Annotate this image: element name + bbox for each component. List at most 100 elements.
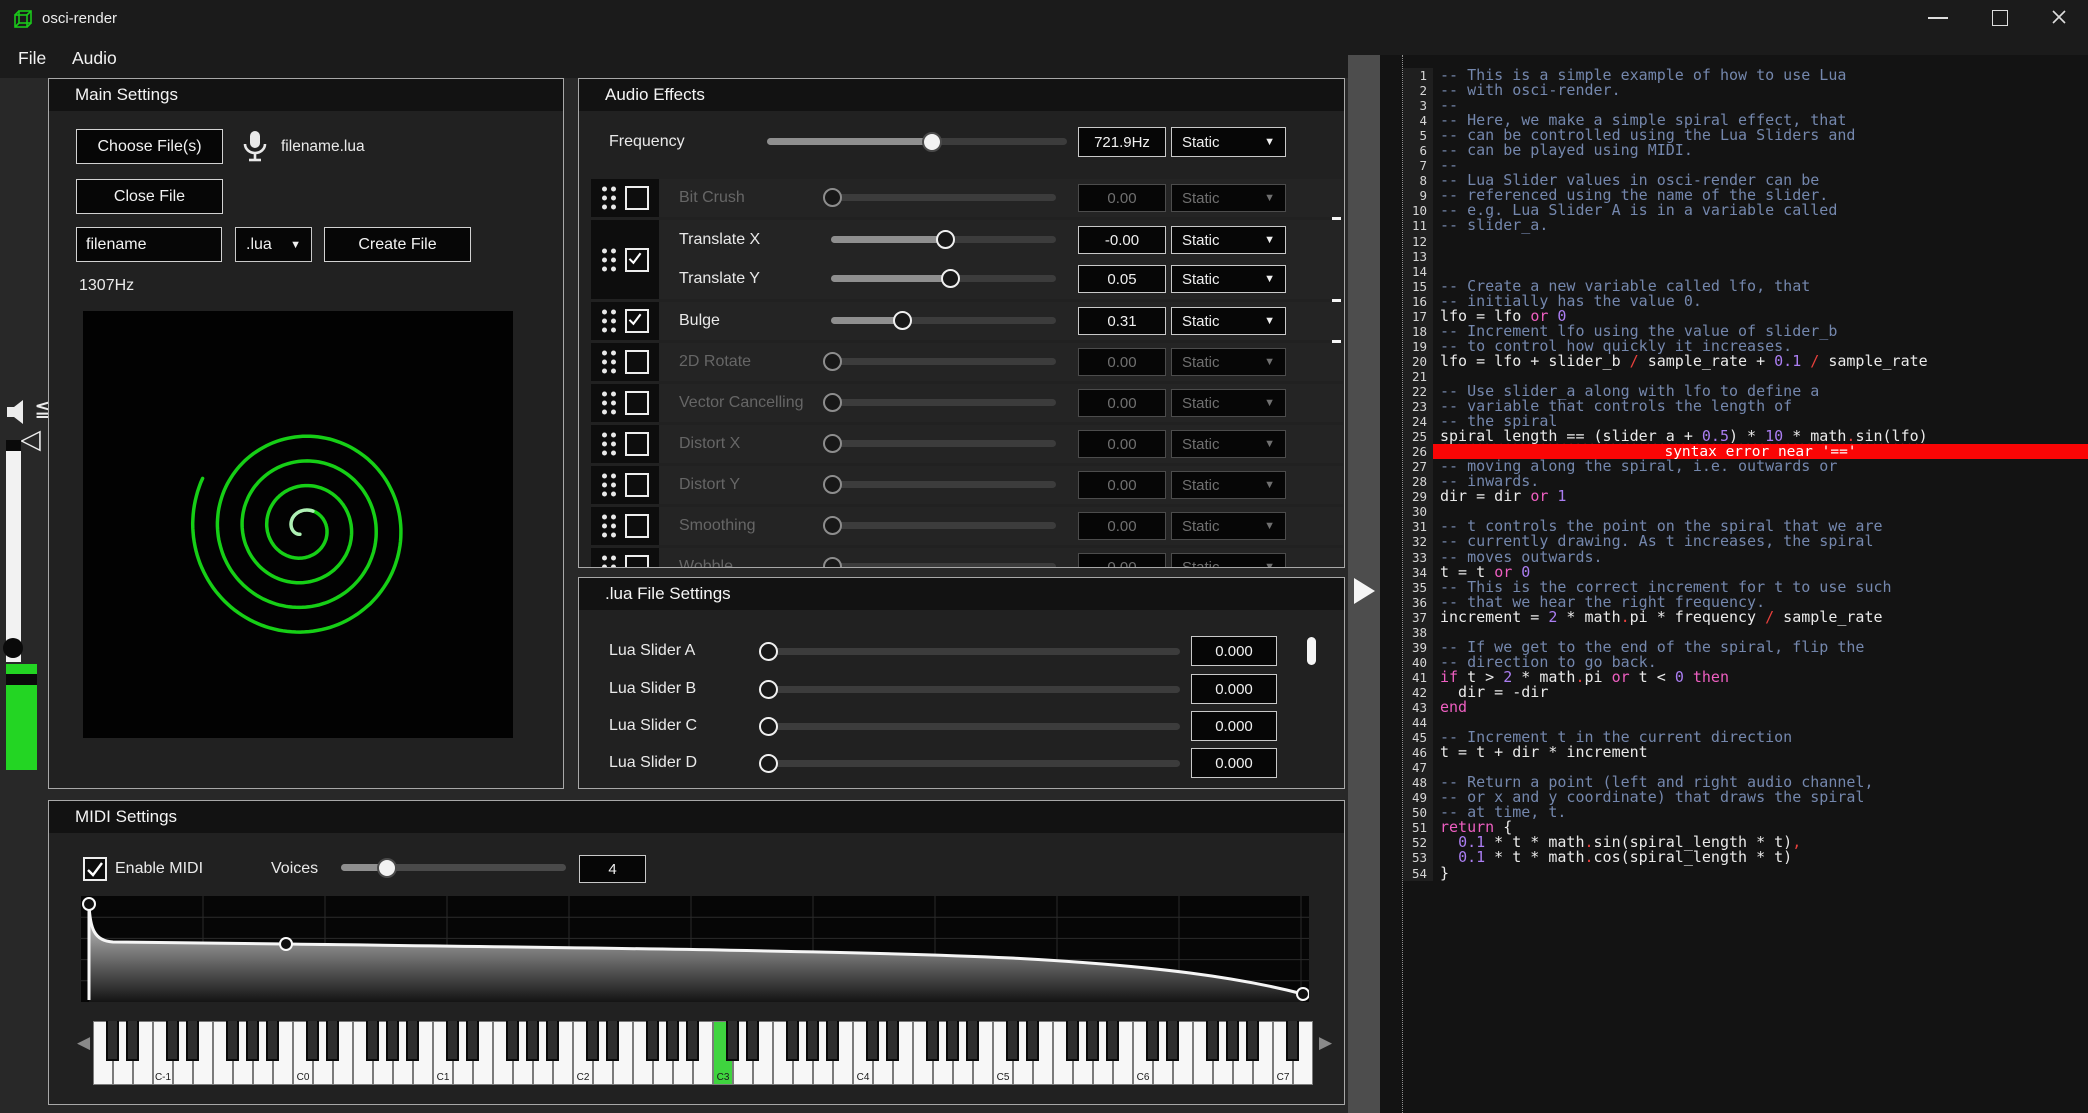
piano-key-black[interactable]: [886, 1021, 899, 1061]
effect-slider[interactable]: [831, 275, 1056, 282]
effect-slider-thumb[interactable]: [823, 516, 842, 535]
piano-key-black[interactable]: [926, 1021, 939, 1061]
effect-mode-dropdown[interactable]: Static▼: [1171, 348, 1286, 376]
drag-dots-icon[interactable]: [602, 248, 616, 271]
effect-mode-dropdown[interactable]: Static▼: [1171, 226, 1286, 254]
drag-dots-icon[interactable]: [602, 310, 616, 333]
piano-key-black[interactable]: [166, 1021, 179, 1061]
lua-slider[interactable]: [767, 686, 1180, 693]
piano-key-black[interactable]: [966, 1021, 979, 1061]
effect-value[interactable]: 0.00: [1078, 184, 1166, 212]
effect-drag-handle[interactable]: [591, 507, 659, 545]
volume-slider-thumb[interactable]: [3, 638, 23, 658]
effect-slider[interactable]: [831, 563, 1056, 568]
piano-key-black[interactable]: [226, 1021, 239, 1061]
effect-mode-dropdown[interactable]: Static▼: [1171, 184, 1286, 212]
lua-code-editor[interactable]: 1-- This is a simple example of how to u…: [1380, 55, 2088, 1113]
piano-key-black[interactable]: [1246, 1021, 1259, 1061]
piano-key-black[interactable]: [266, 1021, 279, 1061]
effect-slider-thumb[interactable]: [823, 434, 842, 453]
envelope-point[interactable]: [1297, 988, 1309, 1000]
piano-key-black[interactable]: [406, 1021, 419, 1061]
voices-slider[interactable]: [341, 864, 566, 871]
piano-key-black[interactable]: [1066, 1021, 1079, 1061]
frequency-mode-dropdown[interactable]: Static ▼: [1171, 127, 1286, 157]
effect-slider-thumb[interactable]: [823, 557, 842, 568]
effect-slider-thumb[interactable]: [893, 311, 912, 330]
drag-dots-icon[interactable]: [602, 433, 616, 456]
effect-enable-checkbox[interactable]: [625, 514, 649, 538]
lua-settings-scrollbar[interactable]: [1307, 637, 1316, 665]
effect-slider-thumb[interactable]: [823, 188, 842, 207]
effect-mode-dropdown[interactable]: Static▼: [1171, 512, 1286, 540]
effect-slider[interactable]: [831, 399, 1056, 406]
effect-drag-handle[interactable]: [591, 302, 659, 340]
piano-key-black[interactable]: [1146, 1021, 1159, 1061]
piano-key-black[interactable]: [526, 1021, 539, 1061]
lua-slider-value[interactable]: 0.000: [1191, 748, 1277, 778]
piano-key-black[interactable]: [1166, 1021, 1179, 1061]
keyboard-scroll-left-icon[interactable]: ◀: [77, 1033, 90, 1053]
piano-key-black[interactable]: [946, 1021, 959, 1061]
effect-slider-thumb[interactable]: [936, 230, 955, 249]
frequency-slider[interactable]: [767, 138, 1067, 145]
piano-key-black[interactable]: [586, 1021, 599, 1061]
effect-value[interactable]: 0.00: [1078, 553, 1166, 568]
volume-slider-track[interactable]: [6, 440, 21, 662]
frequency-value[interactable]: 721.9Hz: [1078, 127, 1166, 157]
create-file-button[interactable]: Create File: [324, 227, 471, 262]
effect-enable-checkbox[interactable]: [625, 473, 649, 497]
piano-key-black[interactable]: [446, 1021, 459, 1061]
piano-key-black[interactable]: [806, 1021, 819, 1061]
piano-key-black[interactable]: [326, 1021, 339, 1061]
envelope-point[interactable]: [83, 898, 95, 910]
menu-audio[interactable]: Audio: [64, 44, 125, 73]
maximize-icon[interactable]: [1992, 10, 2008, 26]
effect-value[interactable]: 0.00: [1078, 389, 1166, 417]
effect-value[interactable]: 0.00: [1078, 430, 1166, 458]
minimize-icon[interactable]: [1928, 17, 1948, 19]
piano-key-black[interactable]: [366, 1021, 379, 1061]
piano-key-black[interactable]: [386, 1021, 399, 1061]
piano-key-black[interactable]: [1226, 1021, 1239, 1061]
drag-dots-icon[interactable]: [602, 351, 616, 374]
effect-enable-checkbox[interactable]: [625, 350, 649, 374]
effect-slider[interactable]: [831, 522, 1056, 529]
lua-slider[interactable]: [767, 760, 1180, 767]
effect-value[interactable]: -0.00: [1078, 226, 1166, 254]
piano-key-black[interactable]: [686, 1021, 699, 1061]
effect-slider[interactable]: [831, 481, 1056, 488]
effect-slider-thumb[interactable]: [823, 352, 842, 371]
effect-drag-handle[interactable]: [591, 466, 659, 504]
piano-key-black[interactable]: [546, 1021, 559, 1061]
piano-key-black[interactable]: [1286, 1021, 1299, 1061]
effect-mode-dropdown[interactable]: Static▼: [1171, 389, 1286, 417]
effect-slider-thumb[interactable]: [941, 269, 960, 288]
envelope-point[interactable]: [280, 938, 292, 950]
piano-key-black[interactable]: [186, 1021, 199, 1061]
piano-key-black[interactable]: [826, 1021, 839, 1061]
piano-key-black[interactable]: [506, 1021, 519, 1061]
piano-key-black[interactable]: [786, 1021, 799, 1061]
piano-key-black[interactable]: [726, 1021, 739, 1061]
drag-dots-icon[interactable]: [602, 187, 616, 210]
effect-enable-checkbox[interactable]: [625, 186, 649, 210]
effect-enable-checkbox[interactable]: [625, 248, 649, 272]
piano-key-black[interactable]: [306, 1021, 319, 1061]
piano-key-black[interactable]: [606, 1021, 619, 1061]
effect-slider-thumb[interactable]: [823, 475, 842, 494]
piano-key-black[interactable]: [746, 1021, 759, 1061]
filename-input[interactable]: [76, 227, 222, 262]
drag-dots-icon[interactable]: [602, 556, 616, 569]
effect-mode-dropdown[interactable]: Static▼: [1171, 265, 1286, 293]
piano-key-black[interactable]: [646, 1021, 659, 1061]
piano-key-black[interactable]: [106, 1021, 119, 1061]
effect-drag-handle[interactable]: [591, 548, 659, 568]
adsr-envelope-graph[interactable]: [81, 896, 1309, 1002]
effect-slider[interactable]: [831, 236, 1056, 243]
piano-key-black[interactable]: [666, 1021, 679, 1061]
microphone-icon[interactable]: [241, 129, 269, 165]
piano-key-black[interactable]: [1086, 1021, 1099, 1061]
lua-slider-value[interactable]: 0.000: [1191, 674, 1277, 704]
drag-dots-icon[interactable]: [602, 392, 616, 415]
